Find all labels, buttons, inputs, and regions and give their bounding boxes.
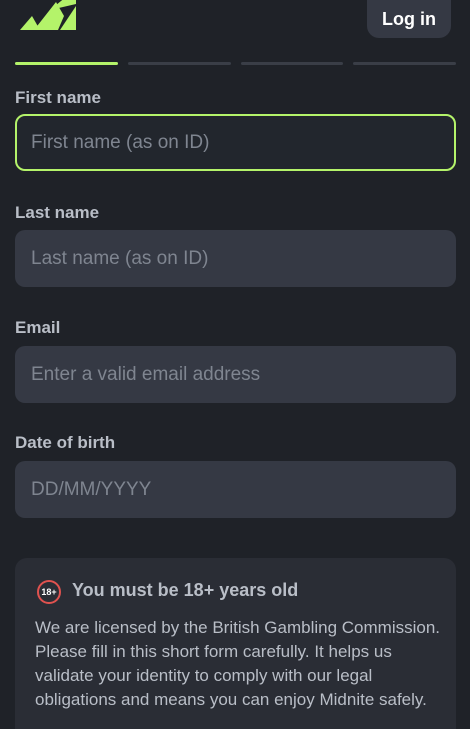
first-name-input[interactable] [15, 114, 456, 171]
dob-input[interactable] [15, 461, 456, 518]
age-restriction-icon: 18+ [37, 580, 61, 604]
step-progress [15, 62, 456, 66]
signup-page: Log in First name Last name Email Date o… [0, 0, 470, 729]
first-name-label: First name [15, 88, 101, 107]
notice-title: You must be 18+ years old [72, 580, 299, 600]
notice-body: We are licensed by the British Gambling … [35, 618, 441, 709]
last-name-label: Last name [15, 203, 100, 222]
email-label: Email [15, 318, 61, 337]
progress-step-3 [240, 62, 344, 65]
email-input[interactable] [15, 346, 456, 403]
progress-step-1 [15, 62, 118, 65]
dob-label: Date of birth [15, 433, 116, 452]
age-notice: 18+ You must be 18+ years old We are lic… [15, 558, 456, 729]
header: Log in [0, 0, 470, 44]
progress-step-4 [353, 62, 456, 65]
login-button[interactable]: Log in [367, 0, 451, 38]
progress-step-2 [127, 62, 231, 65]
last-name-input[interactable] [15, 230, 456, 287]
midnite-logo-icon[interactable] [20, 0, 76, 30]
